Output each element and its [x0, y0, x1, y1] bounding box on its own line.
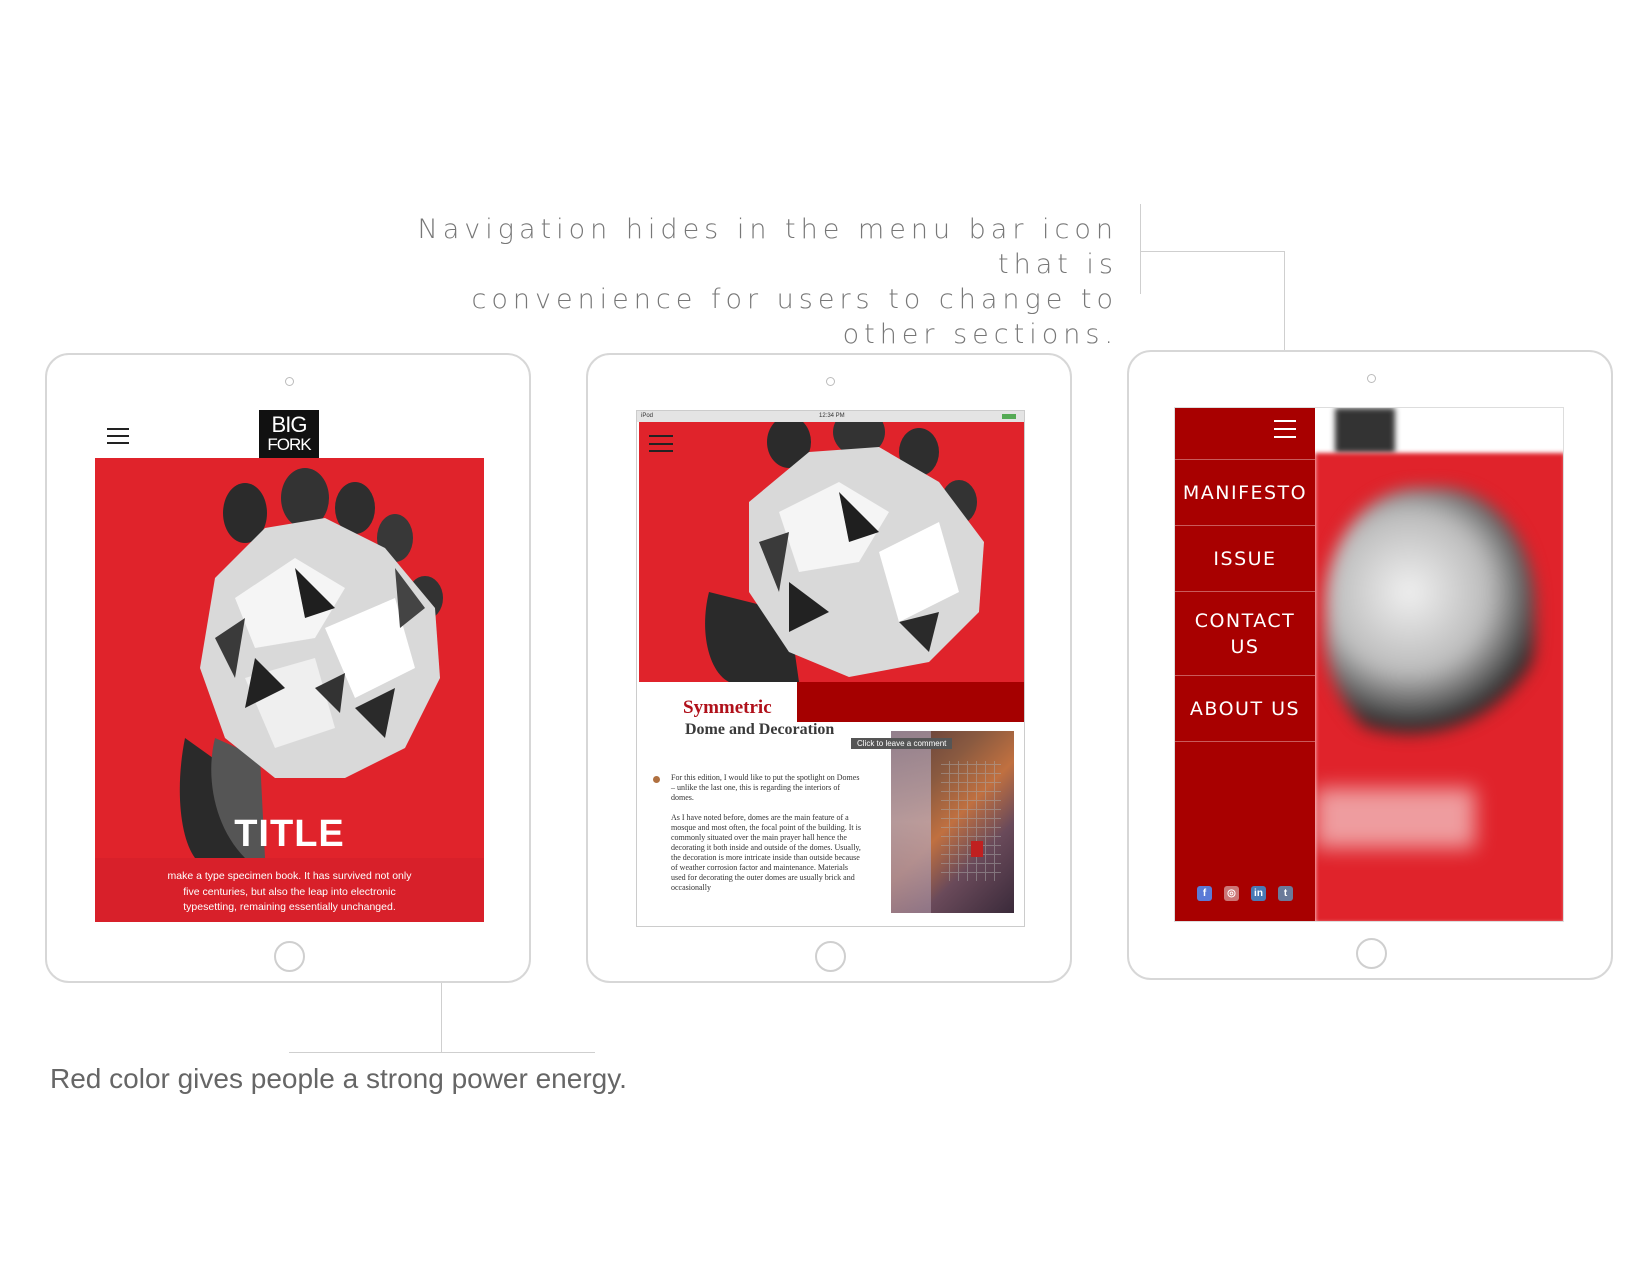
status-bar: iPod 12:34 PM [637, 411, 1024, 422]
social-links: f ◎ in t [1197, 886, 1297, 902]
article-hero [639, 422, 1024, 682]
bigfork-logo: BIG FORK [259, 410, 319, 458]
facebook-icon[interactable]: f [1197, 886, 1212, 901]
blurred-cover [1315, 408, 1563, 921]
callout-line [289, 1052, 595, 1053]
caption-line3: typesetting, remaining essentially uncha… [183, 901, 396, 913]
menu-item-label: MANIFESTO [1182, 481, 1308, 504]
menu-item-issue[interactable]: ISSUE [1175, 526, 1315, 592]
status-device: iPod [641, 413, 654, 419]
battery-icon [1002, 414, 1016, 419]
menu-item-contact-us[interactable]: CONTACT US [1175, 592, 1315, 676]
home-button[interactable] [1356, 938, 1387, 969]
caption-line1: make a type specimen book. It has surviv… [167, 870, 412, 882]
linkedin-icon[interactable]: in [1251, 886, 1266, 901]
ipad-frame-article: iPod 12:34 PM Symmetric Dome and Decorat… [586, 353, 1072, 983]
callout-line [1140, 251, 1285, 252]
navigation-annotation-line1: Navigation hides in the menu bar icon th… [417, 214, 1118, 280]
instagram-icon[interactable]: ◎ [1224, 886, 1239, 901]
menu-item-label: CONTACT US [1194, 609, 1296, 658]
mosaic-image [891, 731, 1014, 913]
status-time: 12:34 PM [819, 413, 845, 419]
article-title: Symmetric [683, 697, 772, 718]
home-button[interactable] [274, 941, 305, 972]
navigation-annotation-line2: convenience for users to change to other… [471, 284, 1118, 350]
article-paragraph2: As I have noted before, domes are the ma… [671, 813, 861, 892]
side-menu: MANIFESTO ISSUE CONTACT US ABOUT US f ◎ … [1175, 408, 1315, 921]
logo-line1: BIG [271, 412, 308, 437]
navigation-annotation: Navigation hides in the menu bar icon th… [368, 212, 1118, 352]
home-screen: BIG FORK TITLE make a type specimen book… [95, 410, 485, 922]
article-paragraph1: For this edition, I would like to put th… [671, 773, 860, 802]
cover-caption: make a type specimen book. It has surviv… [95, 869, 484, 916]
menu-item-label: ABOUT US [1189, 697, 1301, 720]
logo-line2: FORK [267, 435, 311, 454]
menu-item-manifesto[interactable]: MANIFESTO [1175, 460, 1315, 526]
bullet-icon [653, 776, 660, 783]
hamburger-menu-icon[interactable] [107, 428, 129, 444]
article-screen: iPod 12:34 PM Symmetric Dome and Decorat… [636, 410, 1025, 927]
hamburger-menu-icon[interactable] [649, 435, 673, 452]
article-subtitle: Dome and Decoration [685, 721, 835, 738]
menu-item-label: ISSUE [1213, 547, 1277, 570]
ipad-frame-home: BIG FORK TITLE make a type specimen book… [45, 353, 531, 983]
crumpled-fist-image [705, 422, 984, 682]
ipad-frame-menu: MANIFESTO ISSUE CONTACT US ABOUT US f ◎ … [1127, 350, 1613, 980]
title-red-bar [797, 682, 1024, 722]
red-color-annotation: Red color gives people a strong power en… [50, 1063, 627, 1094]
camera [285, 377, 294, 386]
hero-red-panel: TITLE make a type specimen book. It has … [95, 458, 484, 922]
menu-item-about-us[interactable]: ABOUT US [1175, 676, 1315, 742]
hamburger-menu-icon[interactable] [1274, 420, 1296, 438]
menu-screen: MANIFESTO ISSUE CONTACT US ABOUT US f ◎ … [1174, 407, 1564, 922]
home-button[interactable] [815, 941, 846, 972]
article-body: For this edition, I would like to put th… [671, 773, 861, 893]
camera [1367, 374, 1376, 383]
camera [826, 377, 835, 386]
comment-tooltip[interactable]: Click to leave a comment [851, 738, 953, 749]
caption-line2: five centuries, but also the leap into e… [183, 885, 396, 898]
callout-line [1140, 204, 1141, 294]
cover-title: TITLE [234, 813, 345, 855]
tumblr-icon[interactable]: t [1278, 886, 1293, 901]
